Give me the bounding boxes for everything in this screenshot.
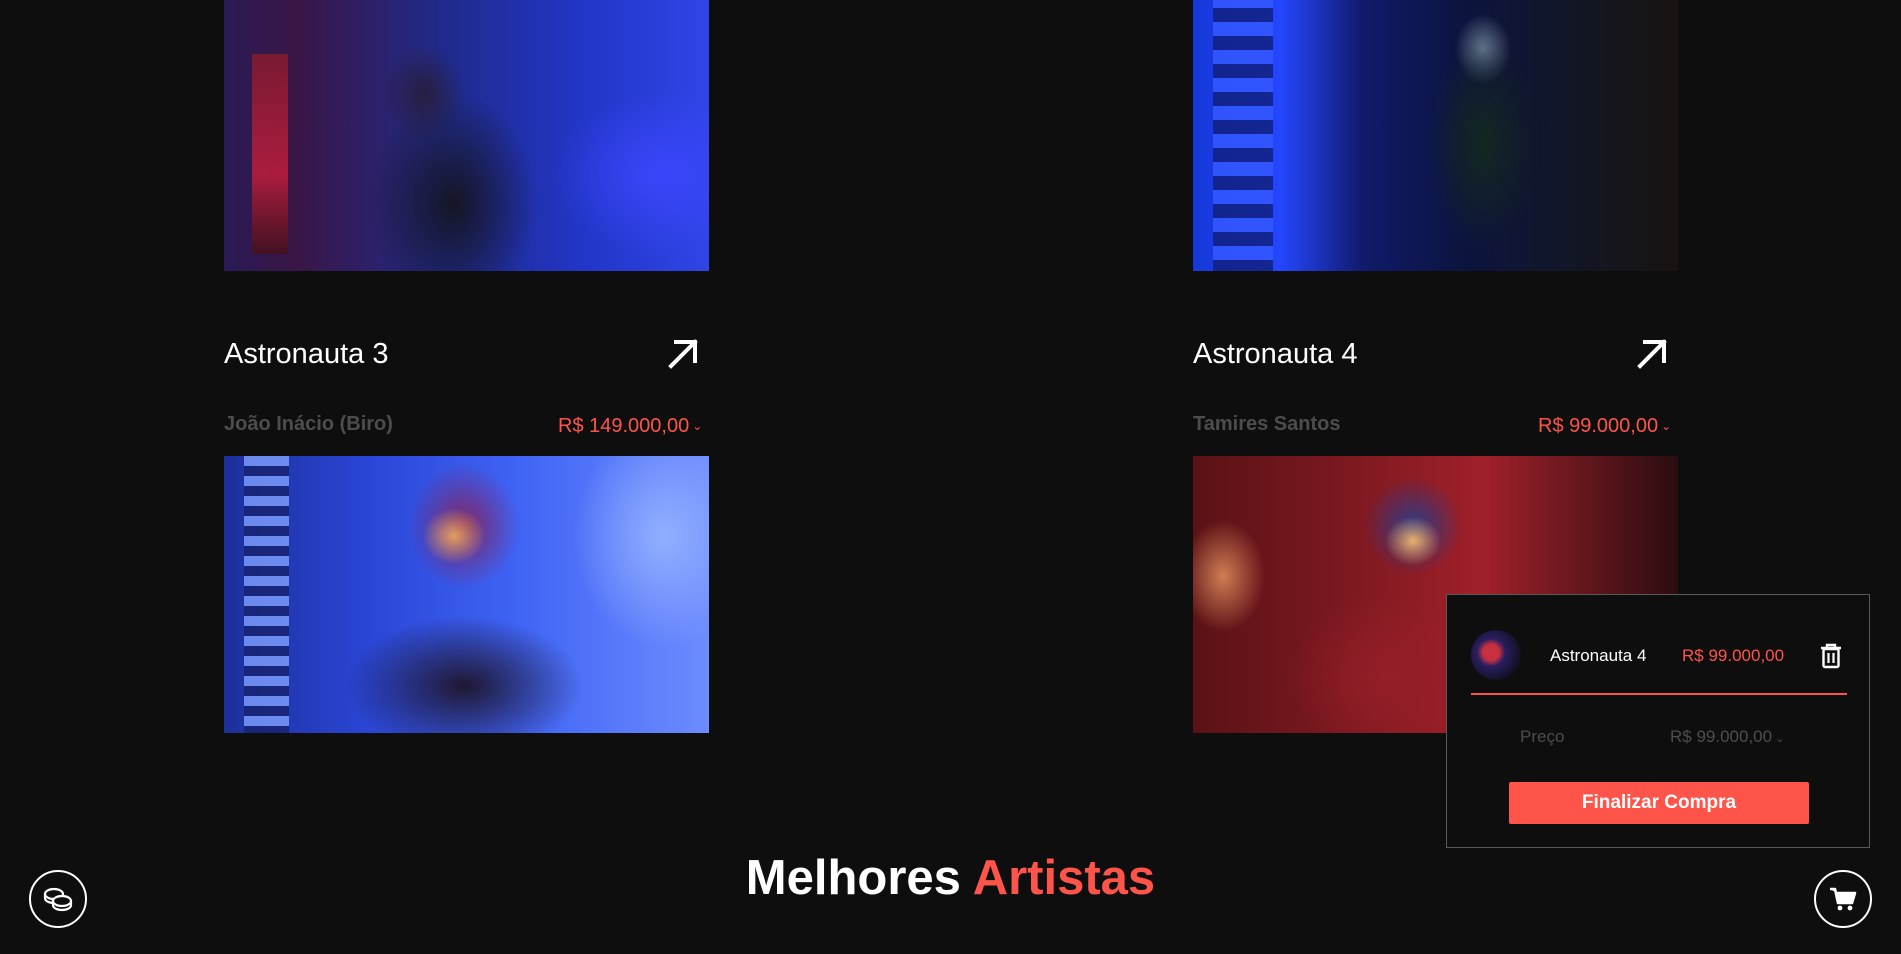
artist-name: João Inácio (Biro)	[224, 413, 393, 435]
coins-button[interactable]	[29, 870, 87, 928]
trash-icon[interactable]	[1819, 643, 1843, 669]
checkout-button[interactable]: Finalizar Compra	[1509, 782, 1809, 824]
arrow-up-right-icon[interactable]	[1635, 337, 1669, 371]
artwork-image-astronauta-1[interactable]	[224, 0, 709, 271]
section-title: Melhores Artistas	[0, 850, 1901, 906]
price-summary-dropdown[interactable]: R$ 99.000,00 ⌄	[1670, 727, 1784, 747]
chevron-down-icon: ⌄	[1775, 733, 1785, 745]
price-summary-label: Preço	[1520, 727, 1565, 746]
cart-button[interactable]	[1814, 870, 1872, 928]
cart-item-name: Astronauta 4	[1550, 646, 1647, 665]
price-value: R$ 99.000,00	[1538, 415, 1659, 437]
product-title: Astronauta 3	[224, 338, 389, 370]
cart-item-price: R$ 99.000,00	[1682, 646, 1785, 665]
shopping-cart-icon	[1830, 887, 1857, 911]
product-title: Astronauta 4	[1193, 338, 1358, 370]
price-value: R$ 149.000,00	[558, 415, 690, 437]
artwork-image-astronauta-3[interactable]	[224, 456, 709, 733]
section-title-part1: Melhores	[745, 851, 961, 905]
price-dropdown[interactable]: R$ 99.000,00 ⌄	[1538, 415, 1671, 438]
section-title-part2: Artistas	[972, 851, 1156, 905]
chevron-down-icon: ⌄	[692, 419, 703, 433]
chevron-down-icon: ⌄	[1661, 419, 1672, 433]
price-summary-value: R$ 99.000,00	[1670, 727, 1773, 746]
arrow-up-right-icon[interactable]	[666, 337, 700, 371]
artwork-image-astronauta-2[interactable]	[1193, 0, 1678, 271]
artist-name: Tamires Santos	[1193, 413, 1341, 435]
cart-divider	[1471, 693, 1847, 695]
price-dropdown[interactable]: R$ 149.000,00 ⌄	[558, 415, 702, 438]
coins-icon	[43, 887, 73, 912]
cart-panel: Astronauta 4 R$ 99.000,00 Preço R$ 99.00…	[1446, 594, 1870, 848]
cart-item-thumbnail	[1471, 630, 1521, 680]
